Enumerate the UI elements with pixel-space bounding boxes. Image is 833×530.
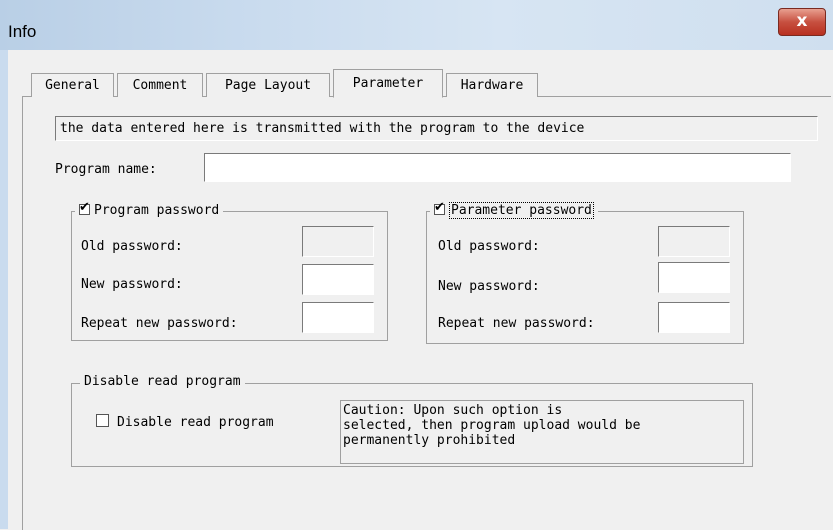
disable-read-checkbox-label: Disable read program (117, 415, 274, 430)
close-icon: x (796, 11, 808, 31)
program-old-password-label: Old password: (81, 239, 183, 254)
parameter-password-legend[interactable]: ✔ Parameter password (430, 200, 598, 219)
program-repeat-password-label: Repeat new password: (81, 316, 238, 331)
title-bar (0, 0, 833, 50)
program-name-input[interactable] (204, 153, 791, 182)
close-button[interactable]: x (778, 8, 826, 36)
caution-line: Caution: Upon such option is (343, 403, 563, 418)
caution-line: selected, then program upload would be (343, 418, 641, 433)
program-password-checkbox[interactable]: ✔ (79, 200, 90, 215)
parameter-repeat-password-label: Repeat new password: (438, 316, 595, 331)
tab-page-layout[interactable]: Page Layout (206, 73, 330, 97)
tab-general[interactable]: General (31, 73, 114, 97)
disable-read-option[interactable]: Disable read program (96, 414, 274, 430)
tab-comment[interactable]: Comment (117, 73, 203, 97)
parameter-repeat-password-input[interactable] (658, 302, 730, 333)
disable-read-checkbox[interactable] (96, 414, 109, 427)
program-password-label: Program password (94, 203, 220, 218)
parameter-new-password-label: New password: (438, 279, 540, 294)
program-name-label: Program name: (55, 162, 157, 177)
program-repeat-password-input[interactable] (302, 302, 374, 333)
program-new-password-label: New password: (81, 277, 183, 292)
disable-read-legend: Disable read program (80, 374, 245, 389)
parameter-old-password-input (658, 226, 730, 257)
parameter-new-password-input[interactable] (658, 262, 730, 293)
parameter-old-password-label: Old password: (438, 239, 540, 254)
window-title: Info (8, 22, 37, 41)
caution-line: permanently prohibited (343, 433, 516, 448)
program-old-password-input (302, 226, 374, 257)
tab-hardware[interactable]: Hardware (446, 73, 538, 97)
program-password-legend[interactable]: ✔ Program password (75, 200, 224, 218)
info-text: the data entered here is transmitted wit… (55, 116, 818, 141)
checkmark-icon: ✔ (79, 200, 90, 215)
checkmark-icon: ✔ (434, 200, 445, 215)
window-left-edge (0, 50, 8, 529)
tab-parameter[interactable]: Parameter (333, 69, 443, 98)
parameter-password-label: Parameter password (449, 202, 594, 219)
parameter-password-checkbox[interactable]: ✔ (434, 200, 445, 215)
caution-text: Caution: Upon such option is selected, t… (340, 400, 744, 464)
program-new-password-input[interactable] (302, 264, 374, 295)
